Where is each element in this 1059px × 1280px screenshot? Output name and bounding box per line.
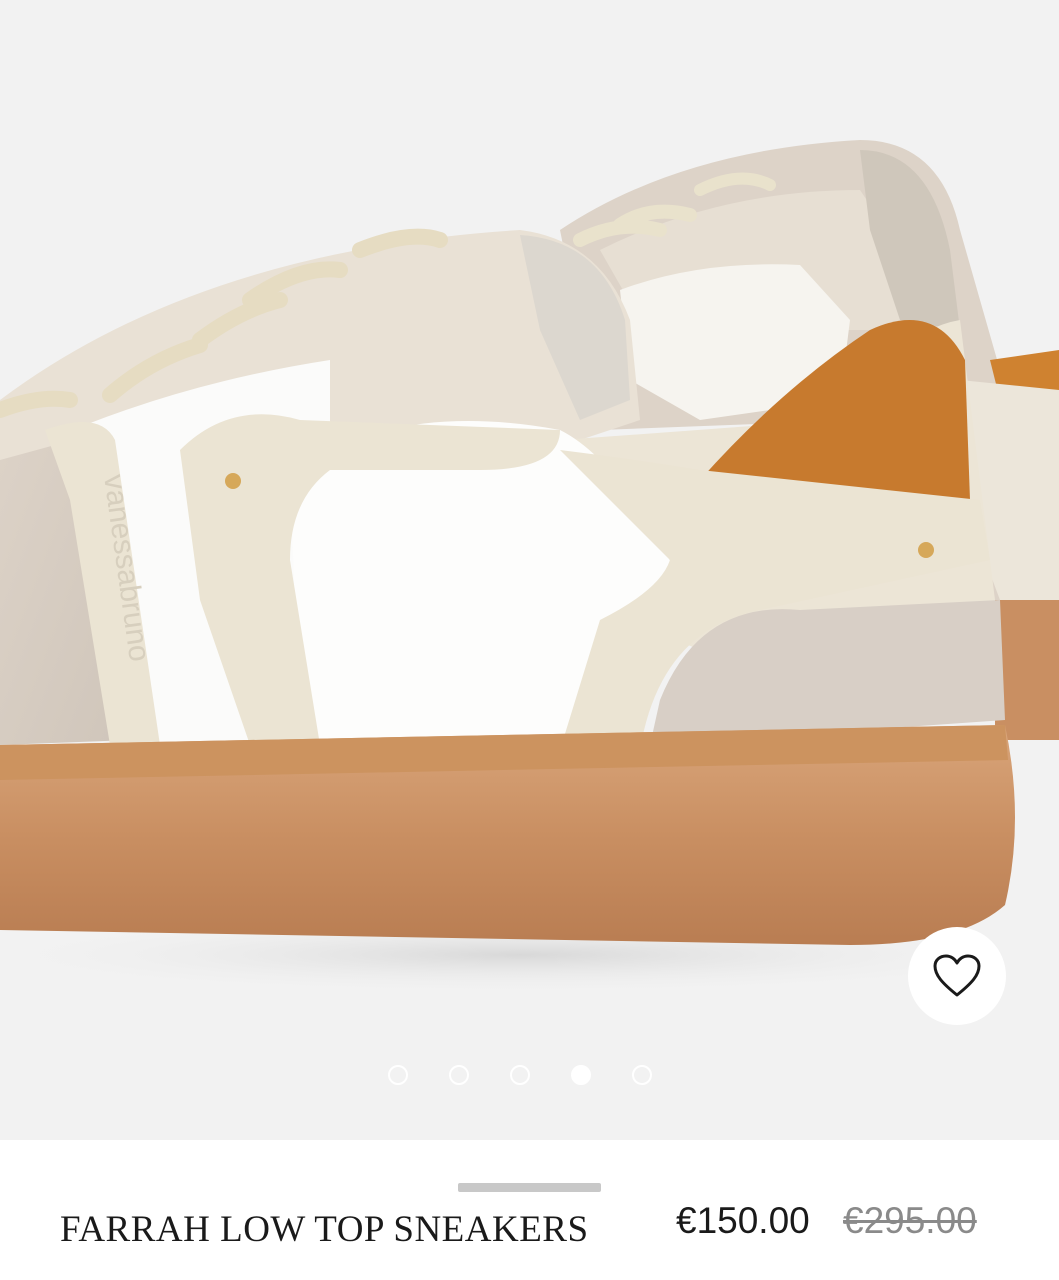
carousel-indicators (388, 1065, 652, 1085)
carousel-dot-4[interactable] (571, 1065, 591, 1085)
sale-price: €150.00 (676, 1200, 810, 1241)
carousel-dot-3[interactable] (510, 1065, 530, 1085)
product-image: vanessabruno (0, 140, 1059, 995)
product-page: vanessabruno FARRAH LOW TOP SNEAKERS €15… (0, 0, 1059, 1280)
carousel-dot-5[interactable] (632, 1065, 652, 1085)
heart-icon (933, 954, 981, 997)
sheet-drag-handle[interactable] (458, 1183, 601, 1192)
product-title: FARRAH LOW TOP SNEAKERS (60, 1209, 589, 1250)
carousel-dot-2[interactable] (449, 1065, 469, 1085)
carousel-dot-1[interactable] (388, 1065, 408, 1085)
product-info-sheet: FARRAH LOW TOP SNEAKERS €150.00 €295.00 (0, 1140, 1059, 1280)
front-shoe (0, 228, 1015, 945)
wishlist-button[interactable] (908, 927, 1006, 1025)
product-image-gallery[interactable]: vanessabruno (0, 0, 1059, 1140)
original-price: €295.00 (843, 1200, 977, 1241)
